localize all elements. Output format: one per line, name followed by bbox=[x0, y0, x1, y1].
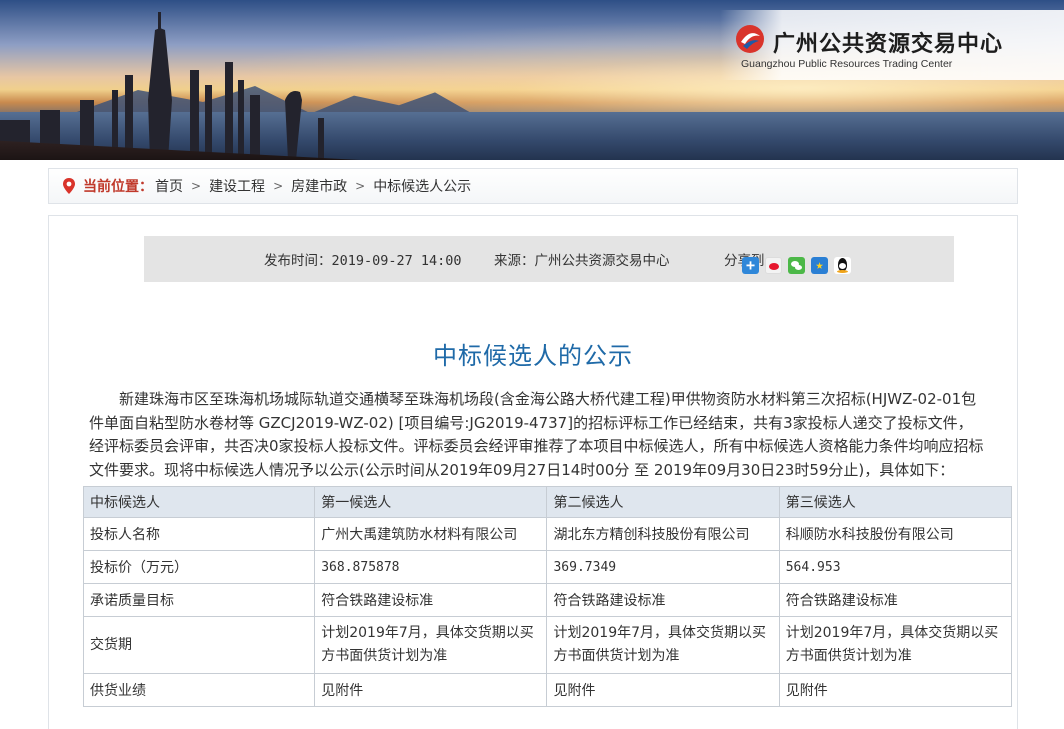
org-name-cn: 广州公共资源交易中心 bbox=[773, 32, 1004, 57]
table-cell: 广州大禹建筑防水材料有限公司 bbox=[314, 517, 548, 551]
table-cell: 科顺防水科技股份有限公司 bbox=[778, 517, 1013, 551]
table-cell: 见附件 bbox=[778, 673, 1013, 707]
table-cell: 见附件 bbox=[546, 673, 780, 707]
table-cell: 符合铁路建设标准 bbox=[778, 583, 1013, 617]
table-cell: 计划2019年7月，具体交货期以买方书面供货计划为准 bbox=[314, 616, 548, 674]
table-cell: 符合铁路建设标准 bbox=[314, 583, 548, 617]
breadcrumb-municipal[interactable]: 房建市政 bbox=[291, 176, 347, 196]
table-cell: 符合铁路建设标准 bbox=[546, 583, 780, 617]
row-label: 投标价（万元） bbox=[82, 550, 316, 584]
article-title: 中标候选人的公示 bbox=[433, 342, 633, 370]
qq-icon[interactable] bbox=[834, 257, 851, 274]
row-label: 供货业绩 bbox=[82, 673, 316, 707]
breadcrumb-separator-icon: > bbox=[273, 179, 284, 193]
table-header-cell: 第一候选人 bbox=[314, 486, 548, 518]
table-cell: 369.7349 bbox=[546, 550, 780, 584]
table-cell: 368.875878 bbox=[314, 550, 548, 584]
weibo-icon[interactable] bbox=[765, 257, 782, 274]
breadcrumb-current-label: 当前位置： bbox=[83, 179, 153, 195]
table-row: 交货期 计划2019年7月，具体交货期以买方书面供货计划为准 计划2019年7月… bbox=[82, 616, 1013, 674]
table-row: 供货业绩 见附件 见附件 见附件 bbox=[82, 673, 1013, 707]
share-icons: + ★ bbox=[742, 257, 851, 274]
breadcrumb-home[interactable]: 首页 bbox=[155, 176, 183, 196]
table-row: 投标人名称 广州大禹建筑防水材料有限公司 湖北东方精创科技股份有限公司 科顺防水… bbox=[82, 517, 1013, 551]
table-header-cell: 第三候选人 bbox=[778, 486, 1013, 518]
table-header-row: 中标候选人 第一候选人 第二候选人 第三候选人 bbox=[82, 486, 1013, 518]
article-paragraph: 新建珠海市区至珠海机场城际轨道交通横琴至珠海机场段(含金海公路大桥代建工程)甲供… bbox=[89, 390, 984, 479]
breadcrumb-candidate-notice[interactable]: 中标候选人公示 bbox=[373, 176, 471, 196]
table-cell: 计划2019年7月，具体交货期以买方书面供货计划为准 bbox=[778, 616, 1013, 674]
location-pin-icon bbox=[63, 178, 75, 194]
header-banner: 广州公共资源交易中心 Guangzhou Public Resources Tr… bbox=[0, 0, 1064, 160]
article-info-bar: 发布时间：2019-09-27 14:00 来源：广州公共资源交易中心 分享到 … bbox=[144, 236, 954, 282]
table-header-cell: 中标候选人 bbox=[82, 486, 316, 518]
row-label: 投标人名称 bbox=[82, 517, 316, 551]
plus-share-icon[interactable]: + bbox=[742, 257, 759, 274]
table-cell: 湖北东方精创科技股份有限公司 bbox=[546, 517, 780, 551]
publish-time: 发布时间：2019-09-27 14:00 bbox=[264, 253, 462, 269]
table-cell: 见附件 bbox=[314, 673, 548, 707]
wechat-icon[interactable] bbox=[788, 257, 805, 274]
breadcrumb-construction[interactable]: 建设工程 bbox=[209, 176, 265, 196]
article-source: 来源：广州公共资源交易中心 bbox=[494, 253, 670, 269]
breadcrumb-separator-icon: > bbox=[355, 179, 366, 193]
table-header-cell: 第二候选人 bbox=[546, 486, 780, 518]
org-name-en: Guangzhou Public Resources Trading Cente… bbox=[741, 58, 953, 70]
row-label: 承诺质量目标 bbox=[82, 583, 316, 617]
qzone-icon[interactable]: ★ bbox=[811, 257, 828, 274]
breadcrumb-separator-icon: > bbox=[191, 179, 202, 193]
breadcrumb: 当前位置： 首页 > 建设工程 > 房建市政 > 中标候选人公示 bbox=[48, 168, 1018, 204]
table-cell: 564.953 bbox=[778, 550, 1013, 584]
content-panel: 发布时间：2019-09-27 14:00 来源：广州公共资源交易中心 分享到 … bbox=[48, 215, 1018, 729]
table-row: 承诺质量目标 符合铁路建设标准 符合铁路建设标准 符合铁路建设标准 bbox=[82, 583, 1013, 617]
row-label: 交货期 bbox=[82, 616, 316, 674]
table-row: 投标价（万元） 368.875878 369.7349 564.953 bbox=[82, 550, 1013, 584]
candidate-table: 中标候选人 第一候选人 第二候选人 第三候选人 投标人名称 广州大禹建筑防水材料… bbox=[82, 486, 1013, 707]
table-cell: 计划2019年7月，具体交货期以买方书面供货计划为准 bbox=[546, 616, 780, 674]
org-emblem-icon bbox=[736, 25, 764, 53]
city-skyline-illustration bbox=[0, 12, 324, 160]
